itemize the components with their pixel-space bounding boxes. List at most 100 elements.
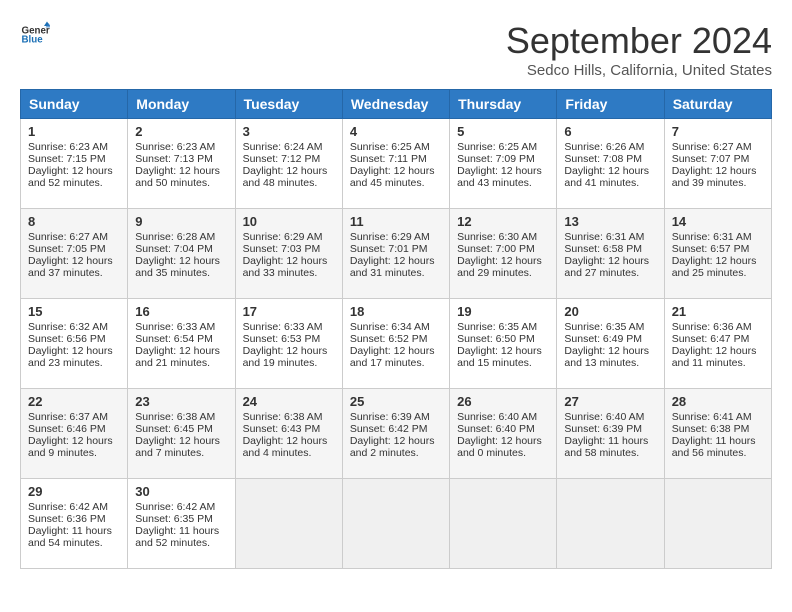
sunrise-label: Sunrise: 6:23 AM: [135, 141, 215, 153]
calendar-cell: [235, 479, 342, 569]
calendar-cell: 12 Sunrise: 6:30 AM Sunset: 7:00 PM Dayl…: [450, 209, 557, 299]
sunrise-label: Sunrise: 6:33 AM: [135, 321, 215, 333]
weekday-header-saturday: Saturday: [664, 90, 771, 119]
sunset-label: Sunset: 7:01 PM: [350, 243, 428, 255]
sunset-label: Sunset: 7:08 PM: [564, 153, 642, 165]
day-number: 24: [243, 394, 335, 409]
day-number: 22: [28, 394, 120, 409]
day-number: 26: [457, 394, 549, 409]
sunset-label: Sunset: 6:49 PM: [564, 333, 642, 345]
daylight-label: Daylight: 12 hours and 11 minutes.: [672, 345, 757, 369]
sunset-label: Sunset: 6:57 PM: [672, 243, 750, 255]
calendar-cell: 9 Sunrise: 6:28 AM Sunset: 7:04 PM Dayli…: [128, 209, 235, 299]
sunrise-label: Sunrise: 6:23 AM: [28, 141, 108, 153]
day-number: 2: [135, 124, 227, 139]
calendar-cell: 19 Sunrise: 6:35 AM Sunset: 6:50 PM Dayl…: [450, 299, 557, 389]
daylight-label: Daylight: 12 hours and 0 minutes.: [457, 435, 542, 459]
daylight-label: Daylight: 12 hours and 4 minutes.: [243, 435, 328, 459]
calendar-cell: 11 Sunrise: 6:29 AM Sunset: 7:01 PM Dayl…: [342, 209, 449, 299]
svg-text:Blue: Blue: [22, 35, 44, 46]
day-number: 18: [350, 304, 442, 319]
weekday-header-tuesday: Tuesday: [235, 90, 342, 119]
sunrise-label: Sunrise: 6:26 AM: [564, 141, 644, 153]
sunrise-label: Sunrise: 6:25 AM: [350, 141, 430, 153]
sunset-label: Sunset: 7:04 PM: [135, 243, 213, 255]
daylight-label: Daylight: 12 hours and 39 minutes.: [672, 165, 757, 189]
sunrise-label: Sunrise: 6:27 AM: [672, 141, 752, 153]
daylight-label: Daylight: 12 hours and 52 minutes.: [28, 165, 113, 189]
sunset-label: Sunset: 6:36 PM: [28, 513, 106, 525]
day-number: 20: [564, 304, 656, 319]
day-number: 5: [457, 124, 549, 139]
calendar-cell: 21 Sunrise: 6:36 AM Sunset: 6:47 PM Dayl…: [664, 299, 771, 389]
sunrise-label: Sunrise: 6:34 AM: [350, 321, 430, 333]
daylight-label: Daylight: 12 hours and 15 minutes.: [457, 345, 542, 369]
calendar-cell: 10 Sunrise: 6:29 AM Sunset: 7:03 PM Dayl…: [235, 209, 342, 299]
daylight-label: Daylight: 12 hours and 13 minutes.: [564, 345, 649, 369]
calendar-cell: 3 Sunrise: 6:24 AM Sunset: 7:12 PM Dayli…: [235, 119, 342, 209]
sunrise-label: Sunrise: 6:39 AM: [350, 411, 430, 423]
sunset-label: Sunset: 7:09 PM: [457, 153, 535, 165]
calendar-week-row: 8 Sunrise: 6:27 AM Sunset: 7:05 PM Dayli…: [21, 209, 772, 299]
page-header: General Blue September 2024 Sedco Hills,…: [20, 20, 772, 79]
sunrise-label: Sunrise: 6:33 AM: [243, 321, 323, 333]
calendar-week-row: 29 Sunrise: 6:42 AM Sunset: 6:36 PM Dayl…: [21, 479, 772, 569]
day-number: 27: [564, 394, 656, 409]
calendar-cell: 20 Sunrise: 6:35 AM Sunset: 6:49 PM Dayl…: [557, 299, 664, 389]
calendar-cell: 24 Sunrise: 6:38 AM Sunset: 6:43 PM Dayl…: [235, 389, 342, 479]
daylight-label: Daylight: 12 hours and 23 minutes.: [28, 345, 113, 369]
calendar-table: SundayMondayTuesdayWednesdayThursdayFrid…: [20, 89, 772, 569]
calendar-cell: 2 Sunrise: 6:23 AM Sunset: 7:13 PM Dayli…: [128, 119, 235, 209]
sunset-label: Sunset: 6:52 PM: [350, 333, 428, 345]
sunset-label: Sunset: 7:12 PM: [243, 153, 321, 165]
sunset-label: Sunset: 6:45 PM: [135, 423, 213, 435]
weekday-header-monday: Monday: [128, 90, 235, 119]
daylight-label: Daylight: 12 hours and 19 minutes.: [243, 345, 328, 369]
sunrise-label: Sunrise: 6:32 AM: [28, 321, 108, 333]
daylight-label: Daylight: 12 hours and 37 minutes.: [28, 255, 113, 279]
calendar-cell: 22 Sunrise: 6:37 AM Sunset: 6:46 PM Dayl…: [21, 389, 128, 479]
daylight-label: Daylight: 12 hours and 7 minutes.: [135, 435, 220, 459]
sunrise-label: Sunrise: 6:30 AM: [457, 231, 537, 243]
calendar-cell: 5 Sunrise: 6:25 AM Sunset: 7:09 PM Dayli…: [450, 119, 557, 209]
day-number: 9: [135, 214, 227, 229]
sunrise-label: Sunrise: 6:29 AM: [243, 231, 323, 243]
sunrise-label: Sunrise: 6:40 AM: [457, 411, 537, 423]
daylight-label: Daylight: 12 hours and 21 minutes.: [135, 345, 220, 369]
day-number: 8: [28, 214, 120, 229]
sunset-label: Sunset: 6:53 PM: [243, 333, 321, 345]
sunset-label: Sunset: 7:07 PM: [672, 153, 750, 165]
calendar-cell: 8 Sunrise: 6:27 AM Sunset: 7:05 PM Dayli…: [21, 209, 128, 299]
sunrise-label: Sunrise: 6:38 AM: [135, 411, 215, 423]
day-number: 21: [672, 304, 764, 319]
calendar-cell: 18 Sunrise: 6:34 AM Sunset: 6:52 PM Dayl…: [342, 299, 449, 389]
weekday-header-sunday: Sunday: [21, 90, 128, 119]
sunset-label: Sunset: 7:11 PM: [350, 153, 427, 165]
daylight-label: Daylight: 12 hours and 9 minutes.: [28, 435, 113, 459]
calendar-cell: 13 Sunrise: 6:31 AM Sunset: 6:58 PM Dayl…: [557, 209, 664, 299]
day-number: 15: [28, 304, 120, 319]
sunrise-label: Sunrise: 6:40 AM: [564, 411, 644, 423]
calendar-cell: 23 Sunrise: 6:38 AM Sunset: 6:45 PM Dayl…: [128, 389, 235, 479]
sunset-label: Sunset: 6:40 PM: [457, 423, 535, 435]
day-number: 6: [564, 124, 656, 139]
day-number: 7: [672, 124, 764, 139]
sunset-label: Sunset: 7:15 PM: [28, 153, 106, 165]
calendar-cell: 25 Sunrise: 6:39 AM Sunset: 6:42 PM Dayl…: [342, 389, 449, 479]
sunrise-label: Sunrise: 6:27 AM: [28, 231, 108, 243]
day-number: 25: [350, 394, 442, 409]
sunset-label: Sunset: 6:54 PM: [135, 333, 213, 345]
sunset-label: Sunset: 6:39 PM: [564, 423, 642, 435]
sunrise-label: Sunrise: 6:42 AM: [135, 501, 215, 513]
sunset-label: Sunset: 7:00 PM: [457, 243, 535, 255]
weekday-header-friday: Friday: [557, 90, 664, 119]
day-number: 30: [135, 484, 227, 499]
weekday-header-row: SundayMondayTuesdayWednesdayThursdayFrid…: [21, 90, 772, 119]
sunrise-label: Sunrise: 6:31 AM: [672, 231, 752, 243]
calendar-cell: 4 Sunrise: 6:25 AM Sunset: 7:11 PM Dayli…: [342, 119, 449, 209]
daylight-label: Daylight: 11 hours and 54 minutes.: [28, 525, 112, 549]
calendar-cell: 6 Sunrise: 6:26 AM Sunset: 7:08 PM Dayli…: [557, 119, 664, 209]
calendar-cell: 27 Sunrise: 6:40 AM Sunset: 6:39 PM Dayl…: [557, 389, 664, 479]
day-number: 16: [135, 304, 227, 319]
daylight-label: Daylight: 12 hours and 2 minutes.: [350, 435, 435, 459]
